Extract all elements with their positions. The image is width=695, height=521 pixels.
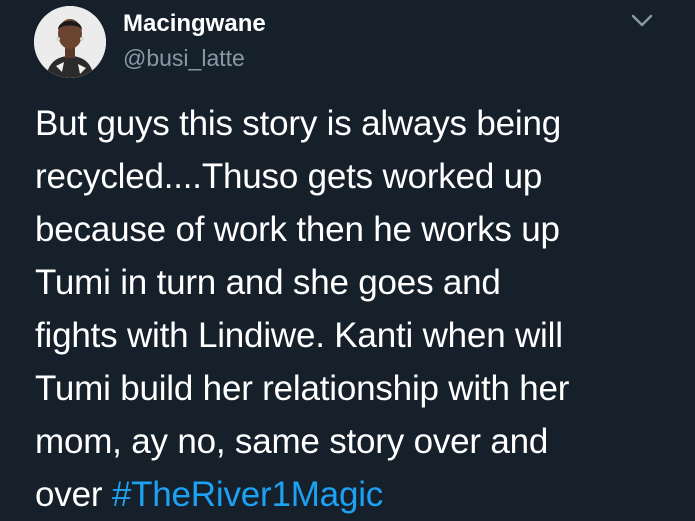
tweet-line: fights with Lindiwe. Kanti when will bbox=[35, 316, 563, 355]
display-name[interactable]: Macingwane bbox=[123, 9, 266, 39]
tweet-card: Macingwane @busi_latte But guys this sto… bbox=[0, 0, 695, 514]
user-handle[interactable]: @busi_latte bbox=[123, 44, 245, 72]
chevron-down-icon[interactable] bbox=[628, 10, 656, 32]
tweet-line-prefix: over bbox=[35, 475, 112, 514]
tweet-line: mom, ay no, same story over and bbox=[35, 422, 549, 461]
tweet-last-line: over #TheRiver1Magic bbox=[35, 468, 685, 521]
avatar[interactable] bbox=[34, 6, 106, 78]
hashtag-link[interactable]: #TheRiver1Magic bbox=[112, 475, 383, 514]
tweet-line: recycled....Thuso gets worked up bbox=[35, 157, 543, 196]
tweet-line: But guys this story is always being bbox=[35, 104, 562, 143]
tweet-line: Tumi in turn and she goes and bbox=[35, 263, 501, 302]
profile-photo-icon bbox=[34, 6, 106, 78]
tweet-text: But guys this story is always being recy… bbox=[35, 97, 685, 521]
tweet-line: Tumi build her relationship with her bbox=[35, 369, 570, 408]
tweet-line: because of work then he works up bbox=[35, 210, 560, 249]
